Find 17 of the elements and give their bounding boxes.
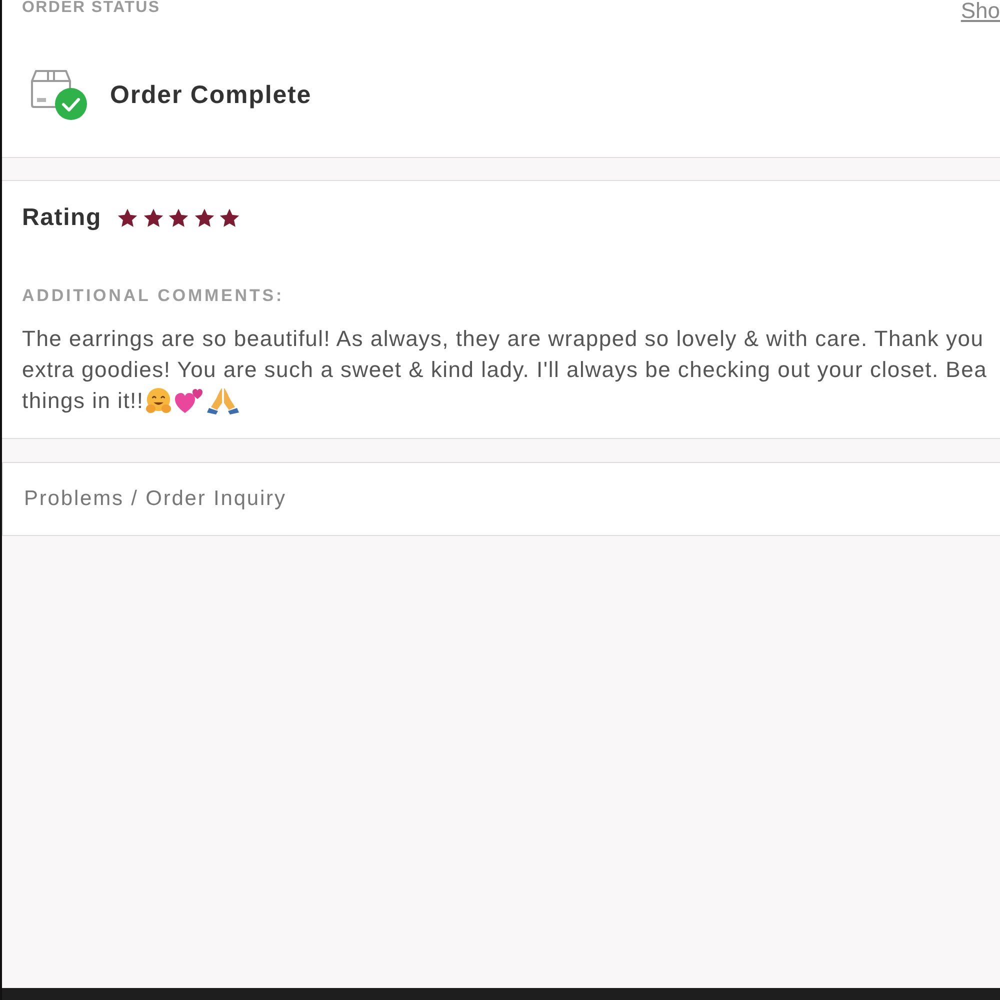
- praying-hands-icon: [206, 386, 240, 414]
- star-icon: [117, 208, 138, 228]
- comment-text: extra goodies! You are such a sweet & kind lady. I'll always be checking out your closet. Bea: [22, 356, 988, 384]
- status-text: Order Complete: [110, 80, 312, 110]
- comment-text: things in it!!: [22, 387, 144, 415]
- rating-label: Rating: [22, 204, 102, 232]
- section-heading: ORDER STATUS: [22, 0, 160, 16]
- comment-text: The earrings are so beautiful! As always, they are wrapped so lovely & with care. Thank you: [22, 325, 985, 353]
- star-icon: [142, 208, 164, 228]
- two-hearts-icon: [174, 387, 203, 414]
- comments-heading: ADDITIONAL COMMENTS:: [22, 287, 286, 305]
- star-icon: [168, 208, 190, 228]
- star-icon: [194, 208, 215, 228]
- star-icon: [219, 208, 240, 228]
- inquiry-button[interactable]: Problems / Order Inquiry: [2, 462, 1000, 536]
- show-link[interactable]: Sho: [960, 0, 1000, 22]
- hugging-face-icon: [144, 387, 172, 414]
